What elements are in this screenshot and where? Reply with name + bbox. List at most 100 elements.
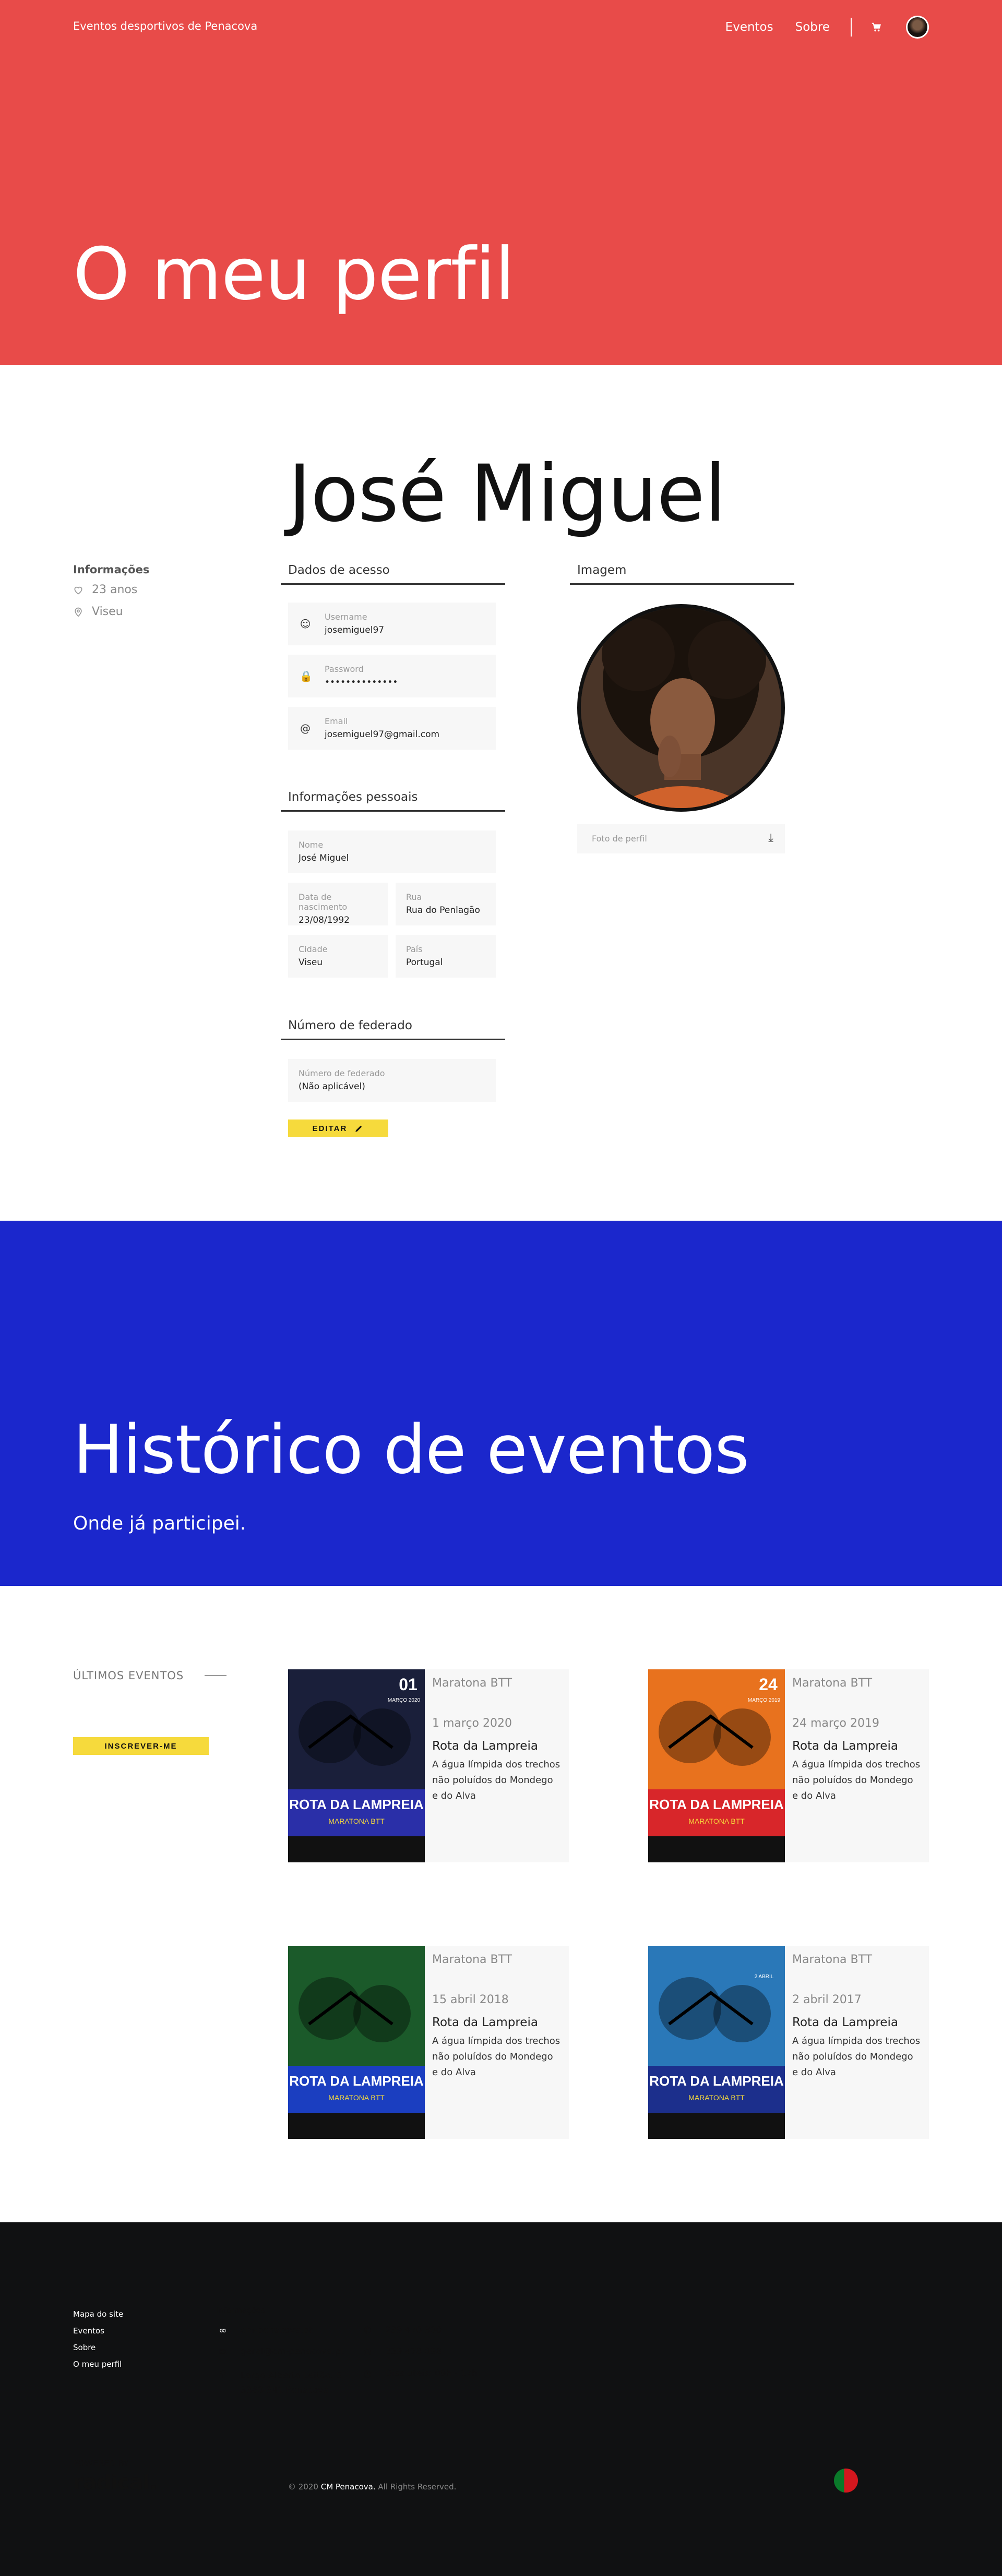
- hero-header: Eventos desportivos de Penacova Eventos …: [0, 0, 1002, 365]
- country-value: Portugal: [406, 957, 443, 968]
- event-card[interactable]: ROTA DA LAMPREIA MARATONA BTT Maratona B…: [288, 1946, 569, 2139]
- email-value: josemiguel97@gmail.com: [325, 729, 440, 740]
- email-field[interactable]: @ Email josemiguel97@gmail.com: [288, 707, 496, 750]
- svg-text:MARÇO 2019: MARÇO 2019: [748, 1698, 781, 1703]
- password-field[interactable]: 🔒 Password ••••••••••••••: [288, 655, 496, 697]
- country-field[interactable]: País Portugal: [396, 935, 496, 978]
- event-date: 1 março 2020: [432, 1717, 512, 1730]
- svg-text:MARATONA BTT: MARATONA BTT: [688, 1817, 745, 1825]
- footer-website[interactable]: ∞ cm-penacova.pt: [217, 2325, 313, 2336]
- event-meta: Maratona BTT 24 março 2019 Rota da Lampr…: [792, 1677, 922, 1804]
- cart-icon[interactable]: [870, 21, 882, 33]
- radical-logo[interactable]: radical.: [73, 2471, 158, 2495]
- username-field[interactable]: ☺ Username josemiguel97: [288, 603, 496, 645]
- heart-icon: [74, 586, 82, 595]
- footer-phone[interactable]: ✆ 239 470 300: [361, 2325, 442, 2336]
- info-age: 23 anos: [73, 583, 137, 596]
- nav-divider: [851, 18, 852, 37]
- event-poster[interactable]: ROTA DA LAMPREIA MARATONA BTT 24 MARÇO 2…: [648, 1669, 785, 1862]
- event-date: 2 abril 2017: [792, 1993, 862, 2006]
- event-poster[interactable]: ROTA DA LAMPREIA MARATONA BTT: [288, 1946, 425, 2139]
- event-title[interactable]: Rota da Lampreia: [792, 1739, 922, 1753]
- history-banner: Histórico de eventos Onde já participei.: [0, 1221, 1002, 1586]
- footer-address: ⚲ Largo Alberto Leitão, 5 3360-341 Penac…: [217, 2368, 342, 2398]
- country-label: País: [406, 944, 423, 954]
- dob-field[interactable]: Data de nascimento 23/08/1992: [288, 883, 388, 925]
- federated-value: (Não aplicável): [299, 1081, 365, 1092]
- footer-email[interactable]: ✉ geral@cm-penacova.pt: [217, 2346, 344, 2357]
- event-poster-art: ROTA DA LAMPREIA MARATONA BTT 2 ABRIL: [648, 1946, 785, 2139]
- pencil-icon: [355, 1125, 362, 1132]
- svg-text:ROTA DA LAMPREIA: ROTA DA LAMPREIA: [289, 1797, 424, 1812]
- event-date: 24 março 2019: [792, 1717, 879, 1730]
- federated-field[interactable]: Número de federado (Não aplicável): [288, 1059, 496, 1102]
- svg-text:ROTA DA LAMPREIA: ROTA DA LAMPREIA: [289, 2073, 424, 2089]
- street-value: Rua do Penlagão: [406, 905, 480, 916]
- event-category: Maratona BTT: [432, 1677, 512, 1690]
- event-poster-art: ROTA DA LAMPREIA MARATONA BTT 24 MARÇO 2…: [648, 1669, 785, 1862]
- svg-text:24: 24: [759, 1675, 778, 1694]
- event-category: Maratona BTT: [792, 1953, 873, 1966]
- footer-link-eventos[interactable]: Eventos: [73, 2322, 123, 2339]
- nav-sobre[interactable]: Sobre: [795, 20, 830, 34]
- address-line-1: Largo Alberto Leitão, 5: [241, 2370, 342, 2381]
- dob-label: Data de nascimento: [299, 892, 348, 912]
- event-card[interactable]: ROTA DA LAMPREIA MARATONA BTT 01 MARÇO 2…: [288, 1669, 569, 1862]
- edit-label: EDITAR: [312, 1124, 348, 1133]
- footer-link-sitemap[interactable]: Mapa do site: [73, 2306, 123, 2322]
- svg-text:ROTA DA LAMPREIA: ROTA DA LAMPREIA: [649, 2073, 784, 2089]
- footer-hours: ◷ Dias úteis: 09h - 17h: [361, 2368, 478, 2379]
- profile-photo: [577, 604, 785, 812]
- copyright-rights: All Rights Reserved.: [378, 2482, 457, 2491]
- event-card[interactable]: ROTA DA LAMPREIA MARATONA BTT 24 MARÇO 2…: [648, 1669, 929, 1862]
- event-title[interactable]: Rota da Lampreia: [792, 2016, 922, 2029]
- footer-info-heading: Informações: [217, 2306, 265, 2315]
- site-footer: [0, 2222, 1002, 2576]
- nav-eventos[interactable]: Eventos: [725, 20, 773, 34]
- language-flag-icon[interactable]: [834, 2469, 858, 2493]
- city-field[interactable]: Cidade Viseu: [288, 935, 388, 978]
- dob-value: 23/08/1992: [299, 915, 350, 925]
- heading-line: [205, 1675, 227, 1676]
- pin-icon: ⚲: [219, 2368, 226, 2379]
- event-poster[interactable]: ROTA DA LAMPREIA MARATONA BTT 2 ABRIL: [648, 1946, 785, 2139]
- city-text: Viseu: [92, 605, 123, 618]
- federated-heading: Número de federado: [281, 1019, 505, 1040]
- event-card[interactable]: ROTA DA LAMPREIA MARATONA BTT 2 ABRIL Ma…: [648, 1946, 929, 2139]
- svg-text:01: 01: [399, 1675, 418, 1694]
- edit-button[interactable]: EDITAR: [288, 1120, 388, 1137]
- name-field[interactable]: Nome José Miguel: [288, 830, 496, 873]
- user-icon: ☺: [300, 618, 311, 630]
- copyright: © 2020 CM Penacova. All Rights Reserved.: [288, 2482, 456, 2491]
- username-value: josemiguel97: [325, 625, 385, 635]
- footer-link-sobre[interactable]: Sobre: [73, 2339, 123, 2356]
- event-description: A água límpida dos trechos não poluídos …: [792, 1759, 921, 1801]
- photo-upload-field[interactable]: Foto de perfil ⤓: [577, 824, 785, 853]
- clock-icon: ◷: [363, 2368, 372, 2379]
- event-category: Maratona BTT: [792, 1677, 873, 1690]
- website-text: cm-penacova.pt: [241, 2325, 313, 2336]
- lock-icon: 🔒: [300, 670, 313, 682]
- phone-icon: ✆: [363, 2325, 372, 2336]
- street-field[interactable]: Rua Rua do Penlagão: [396, 883, 496, 925]
- event-poster[interactable]: ROTA DA LAMPREIA MARATONA BTT 01 MARÇO 2…: [288, 1669, 425, 1862]
- svg-text:MARATONA BTT: MARATONA BTT: [688, 2093, 745, 2102]
- access-heading: Dados de acesso: [281, 563, 505, 585]
- profile-photo-art: [581, 608, 781, 808]
- info-heading: Informações: [73, 563, 150, 576]
- footer-link-perfil[interactable]: O meu perfil: [73, 2356, 123, 2373]
- address-line-2: 3360-341 Penacova: [241, 2385, 329, 2396]
- street-label: Rua: [406, 892, 422, 902]
- event-meta: Maratona BTT 15 abril 2018 Rota da Lampr…: [432, 1953, 562, 2080]
- user-avatar[interactable]: [906, 16, 929, 39]
- download-icon[interactable]: ⤓: [768, 832, 773, 845]
- event-title[interactable]: Rota da Lampreia: [432, 1739, 562, 1753]
- site-brand[interactable]: Eventos desportivos de Penacova: [73, 20, 257, 32]
- latest-events-heading: ÚLTIMOS EVENTOS: [73, 1669, 227, 1682]
- event-category: Maratona BTT: [432, 1953, 512, 1966]
- event-description: A água límpida dos trechos não poluídos …: [432, 1759, 560, 1801]
- event-title[interactable]: Rota da Lampreia: [432, 2016, 562, 2029]
- signup-button[interactable]: INSCREVER-ME: [73, 1737, 209, 1755]
- copyright-year: © 2020: [288, 2482, 318, 2491]
- event-meta: Maratona BTT 2 abril 2017 Rota da Lampre…: [792, 1953, 922, 2080]
